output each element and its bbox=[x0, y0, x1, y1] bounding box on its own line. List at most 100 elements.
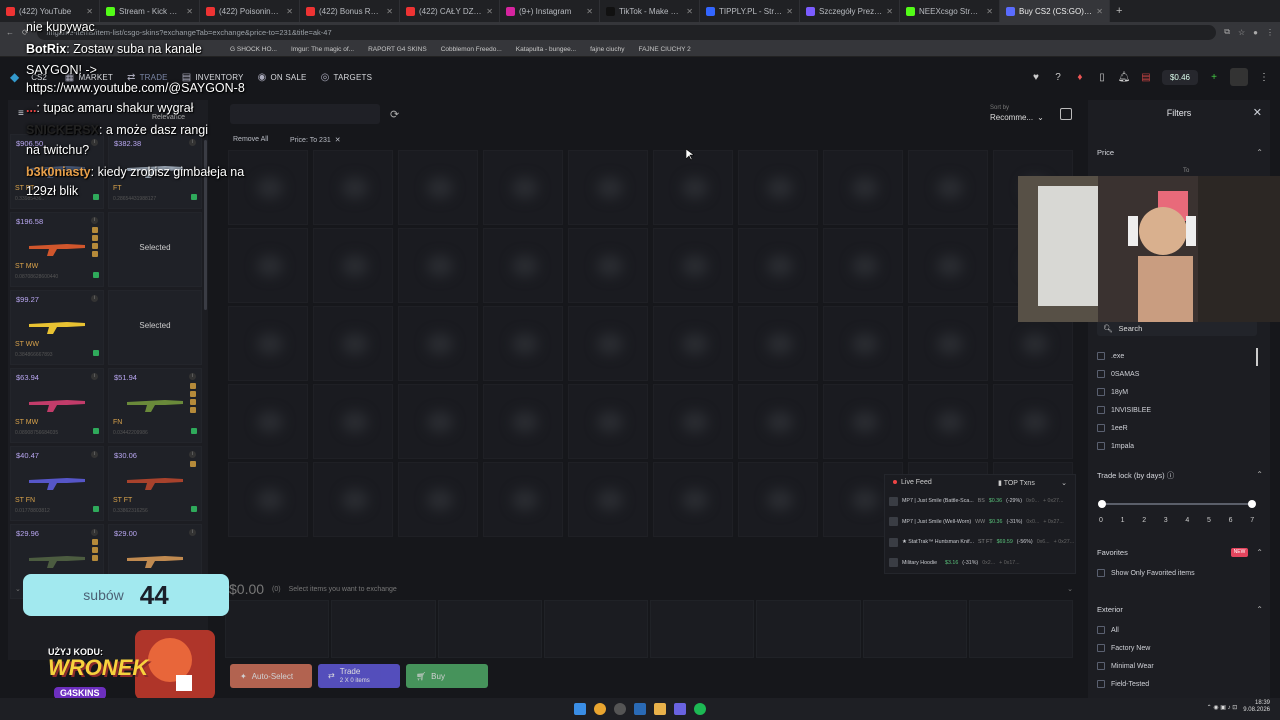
bookmark-item[interactable]: RAPORT G4 SKINS bbox=[368, 46, 427, 53]
player-list-scrollbar[interactable] bbox=[1256, 348, 1258, 366]
market-item-tile[interactable] bbox=[568, 384, 648, 459]
market-item-tile[interactable] bbox=[313, 306, 393, 381]
browser-tab[interactable]: TIPPLY.PL - Streamuj, bat ✕ bbox=[700, 0, 800, 22]
info-icon[interactable]: i bbox=[91, 373, 98, 380]
market-item-tile[interactable] bbox=[738, 150, 818, 225]
filter-chip[interactable]: Remove All bbox=[233, 136, 268, 143]
exterior-checkbox[interactable]: Factory New bbox=[1097, 644, 1150, 652]
browser-tab[interactable]: Buy CS2 (CS:GO) Skins | M ✕ bbox=[1000, 0, 1110, 22]
bell-icon[interactable]: 🔔︎ bbox=[1118, 71, 1131, 83]
market-item-tile[interactable] bbox=[483, 462, 563, 537]
market-item-tile[interactable] bbox=[908, 228, 988, 303]
chrome-icon[interactable] bbox=[594, 703, 606, 715]
clock[interactable]: 18:39 9.08.2026 bbox=[1243, 700, 1270, 714]
price-section-header[interactable]: Price ⌃ bbox=[1097, 148, 1263, 157]
folder-icon[interactable] bbox=[654, 703, 666, 715]
feed-row[interactable]: ★ StatTrak™ Huntsman Knif... ST FT $69.59(… bbox=[885, 532, 1075, 553]
bookmark-item[interactable]: G SHOCK HO... bbox=[230, 46, 277, 53]
trade-lock-slider[interactable] bbox=[1098, 500, 1256, 508]
close-tab-icon[interactable]: ✕ bbox=[1096, 7, 1103, 16]
info-icon[interactable]: i bbox=[189, 451, 196, 458]
exchange-slot[interactable] bbox=[968, 600, 1073, 658]
toggle-panel-icon[interactable] bbox=[1060, 108, 1072, 120]
slider-max-handle[interactable] bbox=[1248, 500, 1256, 508]
nav-targets[interactable]: ◎ TARGETS bbox=[321, 72, 373, 83]
extensions-icon[interactable]: ⧉ bbox=[1224, 27, 1230, 37]
browser-tab[interactable]: NEEXcsgo Stream - Watch ✕ bbox=[900, 0, 1000, 22]
market-item-tile[interactable] bbox=[483, 228, 563, 303]
market-item-tile[interactable] bbox=[483, 306, 563, 381]
market-item-tile[interactable] bbox=[823, 384, 903, 459]
inventory-item[interactable]: Selected bbox=[108, 212, 202, 287]
market-item-tile[interactable] bbox=[398, 462, 478, 537]
info-icon[interactable]: i bbox=[189, 139, 196, 146]
add-funds-icon[interactable]: + bbox=[1208, 71, 1220, 83]
market-item-tile[interactable] bbox=[483, 150, 563, 225]
more-icon[interactable]: ⋮ bbox=[1258, 71, 1270, 83]
favorites-header[interactable]: Favorites NEW ⌃ bbox=[1097, 548, 1263, 557]
obs-icon[interactable] bbox=[614, 703, 626, 715]
market-item-tile[interactable] bbox=[313, 384, 393, 459]
inventory-item[interactable]: Selected bbox=[108, 290, 202, 365]
inventory-sort[interactable]: Relevance bbox=[152, 114, 185, 121]
url-field[interactable]: /ingame-items/item-list/csgo-skins?excha… bbox=[36, 24, 1217, 40]
close-tab-icon[interactable]: ✕ bbox=[986, 7, 993, 16]
bookmark-item[interactable]: FAJNE CIUCHY 2 bbox=[638, 46, 690, 53]
market-item-tile[interactable] bbox=[228, 384, 308, 459]
new-tab-icon[interactable]: + bbox=[1110, 5, 1128, 17]
market-item-tile[interactable] bbox=[653, 150, 733, 225]
inventory-item[interactable]: $30.06 i ST FT 0.33862316256 bbox=[108, 446, 202, 521]
inventory-item[interactable]: $40.47 i ST FN 0.01778803812 bbox=[10, 446, 104, 521]
close-tab-icon[interactable]: ✕ bbox=[186, 7, 193, 16]
bookmark-item[interactable]: Imgur: The magic of... bbox=[291, 46, 354, 53]
browser-tab[interactable]: Szczegóły Prezentu | G4S✕ bbox=[800, 0, 900, 22]
market-item-tile[interactable] bbox=[653, 306, 733, 381]
player-checkbox[interactable]: 0SAMAS bbox=[1097, 370, 1139, 378]
close-tab-icon[interactable]: ✕ bbox=[86, 7, 93, 16]
close-icon[interactable]: ✕ bbox=[1253, 106, 1262, 119]
browser-tab[interactable]: Stream - Kick Dashboard ✕ bbox=[100, 0, 200, 22]
trade-lock-header[interactable]: Trade lock (by days) ⓘ ⌃ bbox=[1097, 470, 1263, 481]
sort-dropdown[interactable]: Sort by Recomme... ⌄ bbox=[990, 103, 1050, 125]
top-txns-tab[interactable]: ▮ TOP Txns bbox=[998, 479, 1035, 487]
item-search-input[interactable] bbox=[230, 104, 380, 124]
feed-row[interactable]: MP7 | Just Smile (Battle-Sca... BS $0.36 (-… bbox=[885, 491, 1075, 512]
market-item-tile[interactable] bbox=[398, 306, 478, 381]
bookmark-item[interactable]: Katapulta - bungee... bbox=[516, 46, 576, 53]
browser-tab[interactable]: (422) Bonus RPK - GRUB ✕ bbox=[300, 0, 400, 22]
back-icon[interactable]: ← bbox=[6, 28, 14, 37]
exterior-checkbox[interactable]: Field-Tested bbox=[1097, 680, 1149, 688]
exchange-slot[interactable] bbox=[225, 600, 330, 658]
buy-button[interactable]: 🛒︎ Buy bbox=[406, 664, 488, 688]
player-checkbox[interactable]: 1NVISIBLEE bbox=[1097, 406, 1151, 414]
tray-icons[interactable]: ⌃ ◉ ▣ ♪ ⊡ bbox=[1207, 704, 1238, 711]
inventory-item[interactable]: $196.58 i ST MW 0.08708628600440 bbox=[10, 212, 104, 287]
refresh-icon[interactable]: ⟳ bbox=[390, 108, 399, 121]
browser-tab[interactable]: (422) YouTube ✕ bbox=[0, 0, 100, 22]
browser-tab[interactable]: TikTok - Make Your Day ✕ bbox=[600, 0, 700, 22]
bookmark-item[interactable]: fajne ciuchy bbox=[590, 46, 624, 53]
exchange-slot[interactable] bbox=[650, 600, 755, 658]
heart-icon[interactable]: ♥ bbox=[1030, 71, 1042, 83]
market-item-tile[interactable] bbox=[313, 228, 393, 303]
market-item-tile[interactable] bbox=[908, 384, 988, 459]
auto-select-button[interactable]: ✦ Auto-Select bbox=[230, 664, 312, 688]
balance-display[interactable]: $0.46 bbox=[1161, 69, 1198, 85]
feed-row[interactable]: MP7 | Just Smile (Well-Worn) WW $0.36 (-31%… bbox=[885, 512, 1075, 533]
close-tab-icon[interactable]: ✕ bbox=[586, 7, 593, 16]
fire-icon[interactable]: ♦ bbox=[1074, 71, 1086, 83]
close-tab-icon[interactable]: ✕ bbox=[786, 7, 793, 16]
show-favorites-checkbox[interactable]: Show Only Favorited items bbox=[1097, 569, 1195, 577]
exchange-slot[interactable] bbox=[437, 600, 542, 658]
info-icon[interactable]: i bbox=[189, 373, 196, 380]
close-tab-icon[interactable]: ✕ bbox=[486, 7, 493, 16]
nav-on-sale[interactable]: ◉ ON SALE bbox=[258, 72, 307, 83]
market-item-tile[interactable] bbox=[653, 384, 733, 459]
flag-icon[interactable]: ▤ bbox=[1140, 71, 1152, 83]
player-search-input[interactable]: 🔍︎ Search bbox=[1097, 320, 1257, 336]
collapse-icon[interactable]: ⌄ bbox=[15, 585, 21, 593]
exterior-checkbox[interactable]: Minimal Wear bbox=[1097, 662, 1154, 670]
live-feed-tab[interactable]: Live Feed bbox=[893, 479, 932, 487]
filter-chip[interactable]: Price: To 231 ✕ bbox=[290, 136, 341, 144]
market-item-tile[interactable] bbox=[568, 228, 648, 303]
